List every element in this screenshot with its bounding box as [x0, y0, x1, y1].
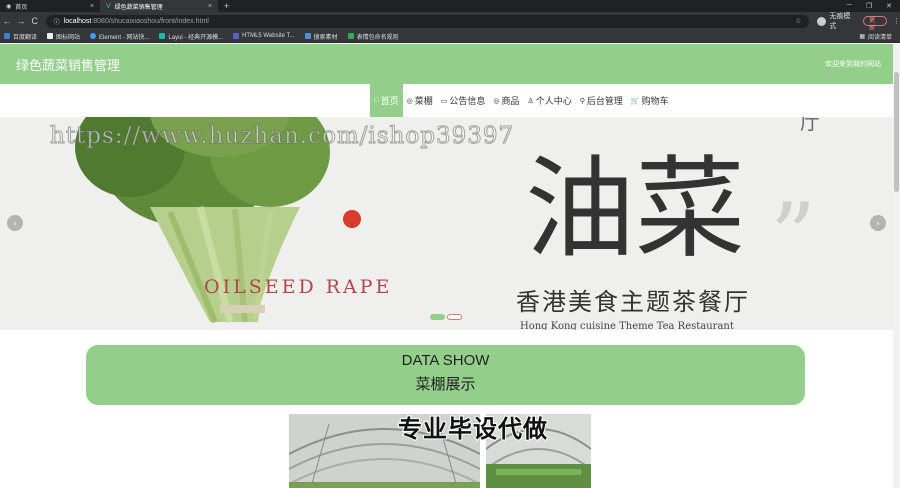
quote-mark-icon: ”: [770, 184, 816, 289]
page-scrollbar[interactable]: [893, 44, 900, 488]
new-tab-button[interactable]: +: [218, 1, 235, 11]
address-bar[interactable]: ⓘ localhost:8080/shucaixiaoshou/front/in…: [45, 14, 810, 28]
home-icon: □: [374, 97, 379, 104]
section-title-box: DATA SHOW 菜棚展示: [86, 345, 805, 405]
carousel-prev-button[interactable]: ‹: [7, 215, 23, 231]
bookmark-favicon-icon: [90, 33, 97, 39]
main-nav: □ 首页 ◎ 菜棚 ▭ 公告信息 ◎ 商品 ♙ 个人中心 ⚲ 后台管理 🛒 购物车: [0, 84, 893, 117]
browser-tab-bar: ◉ 首页 × V 绿色蔬菜销售管理 × + ─ ❐ ✕: [0, 0, 900, 12]
bookmark-item[interactable]: 图标网站: [47, 32, 80, 41]
bookmark-item[interactable]: 表情包命名规则: [347, 32, 399, 41]
close-tab-icon[interactable]: ×: [90, 3, 94, 10]
site-header: 绿色蔬菜销售管理 欢迎来到我的网站: [0, 44, 893, 84]
banner-carousel[interactable]: OILSEED RAPE 油菜 ” 厅 香港美食主题茶餐厅 Hong Kong …: [0, 117, 893, 330]
bookmark-favicon-icon: [47, 33, 54, 39]
cart-icon: 🛒: [630, 97, 640, 105]
browser-tab-current[interactable]: V 绿色蔬菜销售管理 ×: [100, 0, 218, 12]
carousel-dot[interactable]: [447, 314, 462, 320]
reload-button[interactable]: C: [28, 16, 42, 26]
banner-corner-char: 厅: [800, 117, 820, 134]
banner-cn-subtitle: 香港美食主题茶餐厅: [516, 288, 750, 316]
nav-item-cart[interactable]: 🛒 购物车: [627, 84, 673, 117]
carousel-dot[interactable]: [430, 314, 445, 320]
site-title: 绿色蔬菜销售管理: [16, 57, 121, 73]
nav-item-home[interactable]: □ 首页: [370, 84, 403, 117]
banner-big-text: 油菜: [525, 145, 745, 273]
menu-icon[interactable]: ⋮: [893, 17, 900, 25]
bookmark-item[interactable]: Element - 网站快...: [90, 32, 149, 41]
goods-icon: ◎: [493, 97, 500, 105]
bookmark-favicon-icon: [159, 33, 166, 39]
back-button[interactable]: ←: [0, 16, 14, 26]
bookmark-star-icon[interactable]: ☆: [795, 17, 801, 25]
section-title-en: DATA SHOW: [401, 352, 490, 369]
nav-item-notice[interactable]: ▭ 公告信息: [437, 84, 490, 117]
nav-item-user-center[interactable]: ♙ 个人中心: [523, 84, 575, 117]
section-title-cn: 菜棚展示: [415, 376, 476, 393]
minimize-icon[interactable]: ─: [847, 2, 852, 10]
carousel-indicators: [430, 314, 462, 320]
bookmark-item[interactable]: 搜索素材: [304, 32, 338, 41]
incognito-profile[interactable]: 无痕模式: [817, 11, 857, 31]
incognito-icon: [817, 16, 827, 26]
user-icon: ♙: [527, 97, 534, 105]
nav-item-greenhouse[interactable]: ◎ 菜棚: [403, 84, 437, 117]
link-icon: ⚲: [579, 97, 585, 105]
close-window-icon[interactable]: ✕: [886, 2, 892, 10]
bookmark-favicon-icon: [347, 33, 354, 39]
address-host: localhost: [63, 17, 92, 25]
bookmark-favicon-icon: [304, 33, 311, 39]
watermark-url: https://www.huzhan.com/ishop39397: [49, 123, 515, 150]
bookmark-favicon-icon: [233, 33, 240, 39]
bookmark-item[interactable]: 百度翻译: [4, 32, 37, 41]
nav-item-goods[interactable]: ◎ 商品: [489, 84, 523, 117]
welcome-text: 欢迎来到我的网站: [825, 61, 881, 68]
banner-en-text: OILSEED RAPE: [204, 276, 392, 298]
greenhouse-icon: ◎: [406, 97, 413, 105]
overlay-watermark-text: 专业毕设代做: [397, 415, 548, 444]
banner-en-subtitle: Hong Kong cuisine Theme Tea Restaurant: [520, 321, 734, 330]
forward-button[interactable]: →: [14, 16, 28, 26]
bookmark-favicon-icon: [4, 33, 10, 39]
reading-list[interactable]: ▦ 阅读清单: [859, 32, 900, 41]
vue-icon: V: [106, 2, 111, 10]
info-icon[interactable]: ⓘ: [54, 17, 60, 26]
browser-tab-home[interactable]: ◉ 首页 ×: [0, 0, 100, 12]
browser-toolbar: ← → C ⓘ localhost:8080/shucaixiaoshou/fr…: [0, 11, 900, 32]
carousel-next-button[interactable]: ›: [870, 215, 886, 231]
reading-list-icon: ▦: [859, 33, 865, 40]
web-page: 绿色蔬菜销售管理 欢迎来到我的网站 □ 首页 ◎ 菜棚 ▭ 公告信息 ◎ 商品 ♙ 个人中…: [0, 44, 893, 488]
nav-item-admin[interactable]: ⚲ 后台管理: [576, 84, 627, 117]
scrollbar-thumb[interactable]: [894, 72, 899, 192]
globe-icon: ◉: [6, 3, 12, 10]
bookmark-item[interactable]: HTML5 Website T...: [233, 33, 295, 39]
bookmarks-bar: 百度翻译 图标网站 Element - 网站快... Layui - 经典开源模…: [0, 30, 900, 43]
notice-icon: ▭: [440, 97, 448, 105]
update-button[interactable]: 更新: [863, 16, 888, 32]
bookmark-item[interactable]: Layui - 经典开源模...: [159, 32, 223, 41]
close-tab-icon[interactable]: ×: [208, 3, 212, 10]
address-path: :8080/shucaixiaoshou/front/index.html: [91, 17, 209, 25]
maximize-icon[interactable]: ❐: [866, 2, 872, 10]
